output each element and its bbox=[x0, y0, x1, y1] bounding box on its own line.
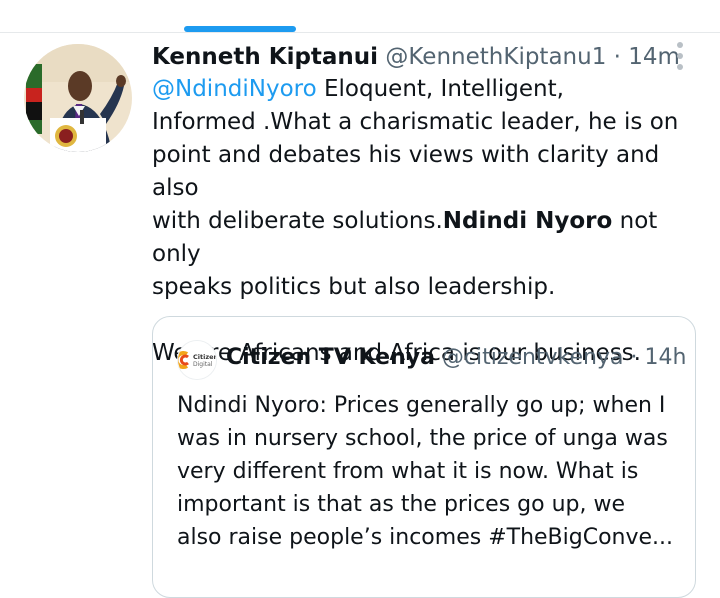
more-options-icon[interactable] bbox=[668, 40, 692, 72]
svg-text:Citizen: Citizen bbox=[193, 353, 216, 361]
mention-link[interactable]: @NdindiNyoro bbox=[152, 76, 317, 102]
tweet-line-3: point and debates his views with clarity… bbox=[152, 142, 660, 201]
author-name[interactable]: Kenneth Kiptanui bbox=[152, 44, 378, 70]
tweet-header: Kenneth Kiptanui @KennethKiptanu1 · 14m bbox=[152, 42, 680, 72]
author-avatar[interactable] bbox=[24, 44, 132, 152]
quoted-tweet-header: Citizen TV Kenya @citizentvkenya · 14h bbox=[226, 343, 686, 373]
tweet-line-1: @NdindiNyoro Eloquent, Intelligent, bbox=[152, 73, 704, 106]
svg-text:Digital: Digital bbox=[193, 361, 213, 368]
quoted-line: also raise people’s incomes #TheBigConve… bbox=[177, 525, 674, 550]
tweet-text-segment: with deliberate solutions. bbox=[152, 208, 443, 234]
quoted-line: very different from what it is now. What… bbox=[177, 459, 639, 484]
tweet-line-2: Informed .What a charismatic leader, he … bbox=[152, 109, 679, 135]
top-divider bbox=[0, 32, 720, 33]
quoted-tweet-body: Ndindi Nyoro: Prices generally go up; wh… bbox=[177, 389, 677, 554]
tweet-text-segment: Eloquent, Intelligent, bbox=[316, 76, 564, 102]
quoted-line: Ndindi Nyoro: Prices generally go up; wh… bbox=[177, 393, 666, 418]
author-handle[interactable]: @KennethKiptanu1 bbox=[385, 44, 606, 70]
tweet-line-5: speaks politics but also leadership. bbox=[152, 274, 556, 300]
quoted-line: was in nursery school, the price of unga… bbox=[177, 426, 668, 451]
quoted-author-name[interactable]: Citizen TV Kenya bbox=[226, 345, 435, 370]
quoted-tweet-card[interactable]: Citizen Digital Citizen TV Kenya @citize… bbox=[152, 316, 696, 598]
quoted-line: important is that as the prices go up, w… bbox=[177, 492, 626, 517]
tweet-line-4: with deliberate solutions.Ndindi Nyoro n… bbox=[152, 205, 704, 271]
bold-name: Ndindi Nyoro bbox=[442, 208, 613, 234]
quoted-author-avatar[interactable]: Citizen Digital bbox=[177, 340, 217, 380]
avatar-photo-icon bbox=[24, 44, 132, 152]
citizen-digital-logo-icon: Citizen Digital bbox=[178, 341, 216, 379]
quoted-author-handle[interactable]: @citizentvkenya bbox=[442, 345, 624, 370]
quoted-tweet-time[interactable]: · 14h bbox=[630, 345, 686, 370]
